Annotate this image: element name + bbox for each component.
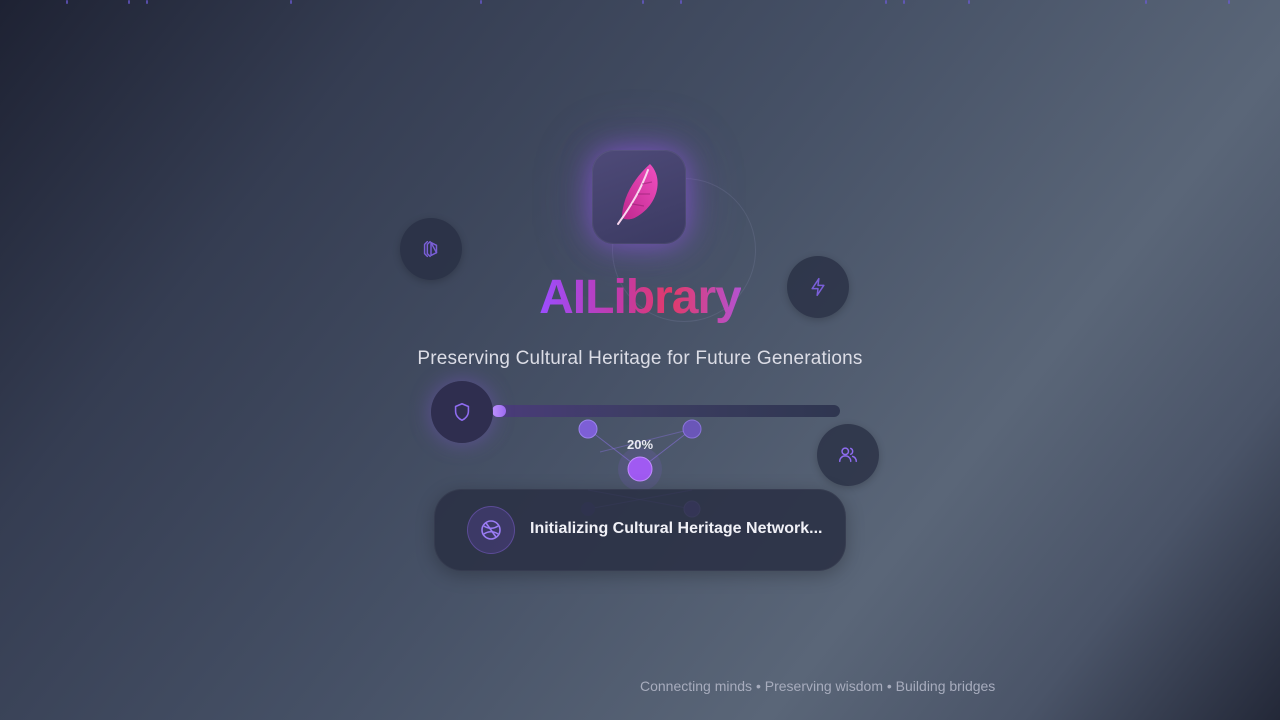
- shield-icon: [454, 402, 470, 422]
- status-text: Initializing Cultural Heritage Network..…: [530, 520, 823, 537]
- network-node: [578, 419, 598, 439]
- shield-badge: [431, 381, 493, 443]
- globe-icon: [481, 520, 501, 540]
- layers-icon: [423, 240, 438, 258]
- tagline: Preserving Cultural Heritage for Future …: [417, 348, 863, 369]
- users-icon: [839, 447, 857, 463]
- top-decoration: [0, 0, 1280, 6]
- status-card: Initializing Cultural Heritage Network..…: [434, 489, 846, 571]
- progress-fill: [492, 405, 506, 417]
- app-title: AILibrary: [539, 271, 742, 324]
- network-node: [627, 456, 653, 482]
- feather-icon: [617, 164, 658, 225]
- users-badge: [817, 424, 879, 486]
- app-logo: [592, 150, 686, 244]
- footer-text: Connecting minds • Preserving wisdom • B…: [640, 678, 996, 694]
- network-node: [682, 419, 702, 439]
- progress-percent: 20%: [626, 437, 654, 452]
- status-icon-badge: [467, 506, 515, 554]
